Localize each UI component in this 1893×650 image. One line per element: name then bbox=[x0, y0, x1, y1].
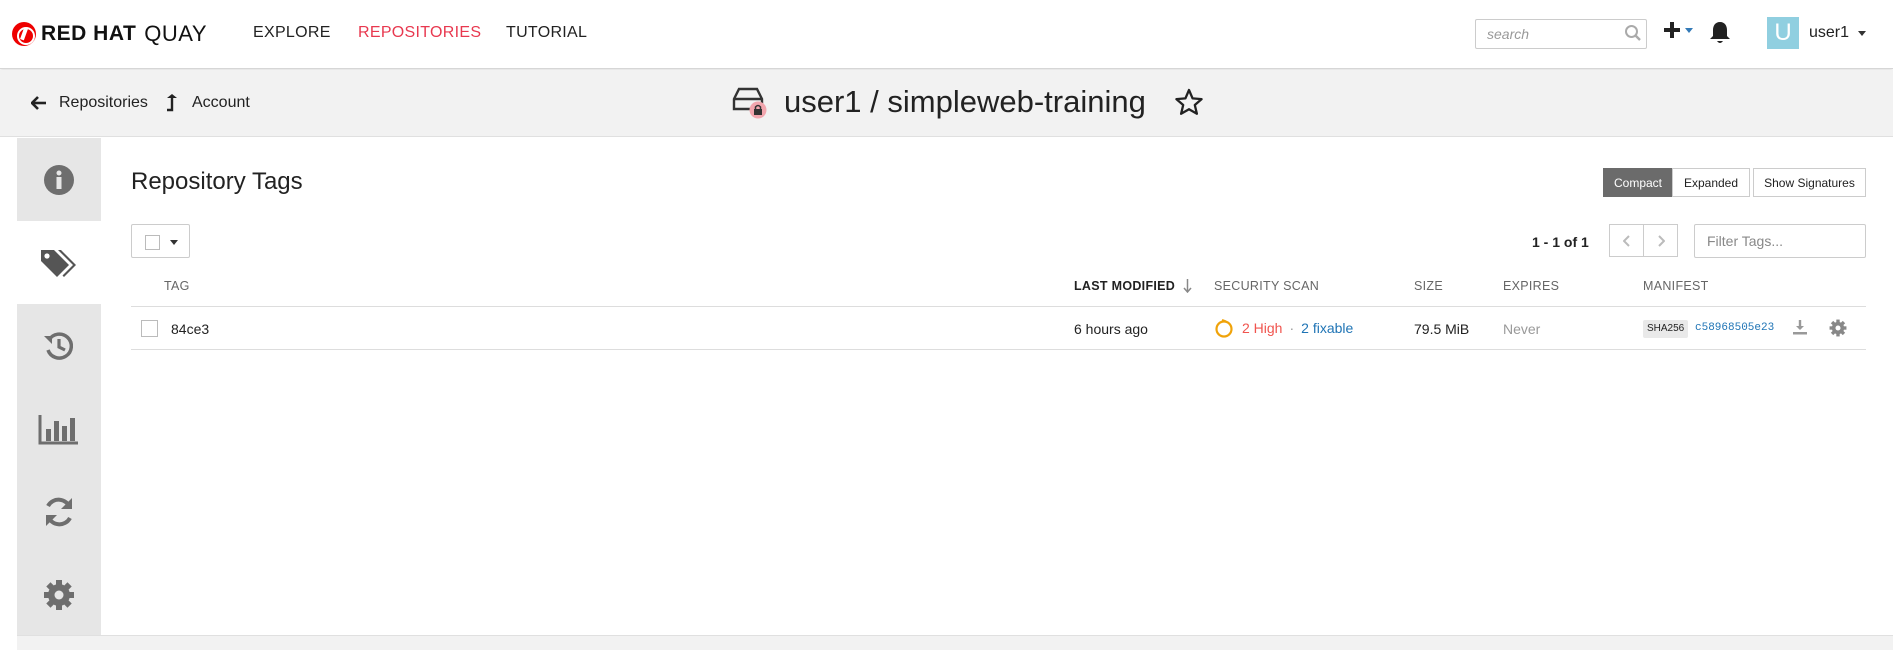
pagination-count: 1 - 1 of 1 bbox=[1532, 234, 1589, 250]
tab-history[interactable] bbox=[17, 304, 101, 387]
private-repo-icon bbox=[732, 87, 767, 119]
chevron-down-icon bbox=[1685, 27, 1693, 33]
star-outline-icon[interactable] bbox=[1174, 88, 1204, 116]
arrow-left-icon bbox=[31, 96, 46, 110]
column-header-last-modified[interactable]: LAST MODIFIED bbox=[1074, 279, 1175, 293]
last-modified-value: 6 hours ago bbox=[1074, 321, 1148, 337]
fixable-vulnerabilities-link[interactable]: 2 fixable bbox=[1301, 320, 1353, 336]
table-header-divider bbox=[131, 306, 1866, 307]
show-signatures-button[interactable]: Show Signatures bbox=[1753, 168, 1866, 197]
red-hat-logo-icon bbox=[12, 22, 36, 46]
logo-brand-text: RED HAT bbox=[41, 22, 137, 45]
manifest-digest-link[interactable]: c58968505e23 bbox=[1695, 322, 1774, 334]
tab-info[interactable] bbox=[17, 138, 101, 221]
tag-name-link[interactable]: 84ce3 bbox=[171, 321, 209, 337]
digest-algorithm-badge: SHA256 bbox=[1643, 320, 1689, 338]
download-icon[interactable] bbox=[1792, 319, 1808, 335]
vulnerability-ring-icon bbox=[1215, 318, 1233, 338]
chevron-down-icon bbox=[170, 240, 178, 245]
bulk-select-dropdown[interactable] bbox=[131, 224, 190, 258]
username-label: user1 bbox=[1809, 24, 1850, 41]
security-scan-summary[interactable]: 2 High · 2 fixable bbox=[1214, 318, 1353, 338]
table-row-divider bbox=[131, 349, 1866, 350]
column-header-tag[interactable]: TAG bbox=[164, 279, 190, 293]
repo-header: Repositories Account user1 / simpleweb-t… bbox=[0, 70, 1893, 137]
chevron-right-icon bbox=[1657, 234, 1665, 247]
chevron-down-icon bbox=[1858, 30, 1867, 36]
back-to-repositories-link[interactable]: Repositories bbox=[31, 94, 148, 112]
scan-separator: · bbox=[1289, 320, 1295, 336]
logo-product-text: QUAY bbox=[144, 21, 207, 46]
column-header-expires[interactable]: EXPIRES bbox=[1503, 279, 1559, 293]
column-header-security-scan[interactable]: SECURITY SCAN bbox=[1214, 279, 1319, 293]
repo-tabs-sidebar bbox=[17, 138, 101, 635]
tag-options-gear-icon[interactable] bbox=[1829, 319, 1847, 337]
size-value: 79.5 MiB bbox=[1414, 321, 1470, 337]
filter-tags-input[interactable] bbox=[1694, 224, 1866, 258]
bar-chart-icon bbox=[38, 414, 78, 444]
account-label: Account bbox=[192, 94, 250, 111]
high-vulnerabilities-link[interactable]: 2 High bbox=[1242, 320, 1282, 336]
page-title: Repository Tags bbox=[131, 168, 303, 195]
tab-tags[interactable] bbox=[17, 221, 101, 304]
search-icon[interactable] bbox=[1624, 24, 1642, 42]
back-label: Repositories bbox=[59, 94, 148, 111]
tab-usage-logs[interactable] bbox=[17, 387, 101, 470]
prev-page-button[interactable] bbox=[1609, 224, 1644, 257]
red-hat-quay-logo[interactable]: RED HAT QUAY bbox=[12, 21, 207, 47]
expanded-view-button[interactable]: Expanded bbox=[1672, 168, 1750, 197]
nav-explore[interactable]: EXPLORE bbox=[253, 24, 331, 42]
avatar[interactable]: U bbox=[1767, 17, 1799, 49]
next-page-button[interactable] bbox=[1643, 224, 1678, 257]
sort-descending-icon[interactable] bbox=[1183, 279, 1192, 293]
account-link[interactable]: Account bbox=[165, 94, 250, 112]
tab-builds[interactable] bbox=[17, 470, 101, 553]
info-circle-icon bbox=[44, 164, 74, 195]
row-select-checkbox[interactable] bbox=[141, 320, 158, 337]
plus-icon bbox=[1664, 22, 1680, 38]
compact-view-button[interactable]: Compact bbox=[1603, 168, 1673, 197]
expires-value: Never bbox=[1503, 321, 1541, 337]
notifications-bell-icon[interactable] bbox=[1708, 20, 1732, 46]
chevron-left-icon bbox=[1622, 234, 1630, 247]
tab-content-area bbox=[101, 138, 1893, 635]
tab-settings[interactable] bbox=[17, 553, 101, 636]
gear-icon bbox=[44, 579, 74, 610]
nav-tutorial[interactable]: TUTORIAL bbox=[506, 24, 587, 42]
top-navbar: RED HAT QUAY EXPLORE REPOSITORIES TUTORI… bbox=[0, 0, 1893, 69]
column-header-size[interactable]: SIZE bbox=[1414, 279, 1443, 293]
footer-divider bbox=[17, 635, 1893, 650]
refresh-icon bbox=[46, 497, 72, 526]
repo-title: user1 / simpleweb-training bbox=[730, 84, 1204, 120]
tags-icon bbox=[41, 249, 76, 277]
search-input[interactable] bbox=[1475, 19, 1647, 49]
column-header-manifest: MANIFEST bbox=[1643, 279, 1709, 293]
user-menu[interactable]: user1 bbox=[1809, 24, 1867, 42]
repo-name: user1 / simpleweb-training bbox=[784, 84, 1146, 119]
history-icon bbox=[44, 331, 74, 360]
select-all-checkbox[interactable] bbox=[145, 235, 160, 250]
level-up-icon bbox=[167, 94, 177, 112]
create-new-menu[interactable] bbox=[1663, 21, 1693, 39]
nav-repositories[interactable]: REPOSITORIES bbox=[358, 24, 481, 42]
